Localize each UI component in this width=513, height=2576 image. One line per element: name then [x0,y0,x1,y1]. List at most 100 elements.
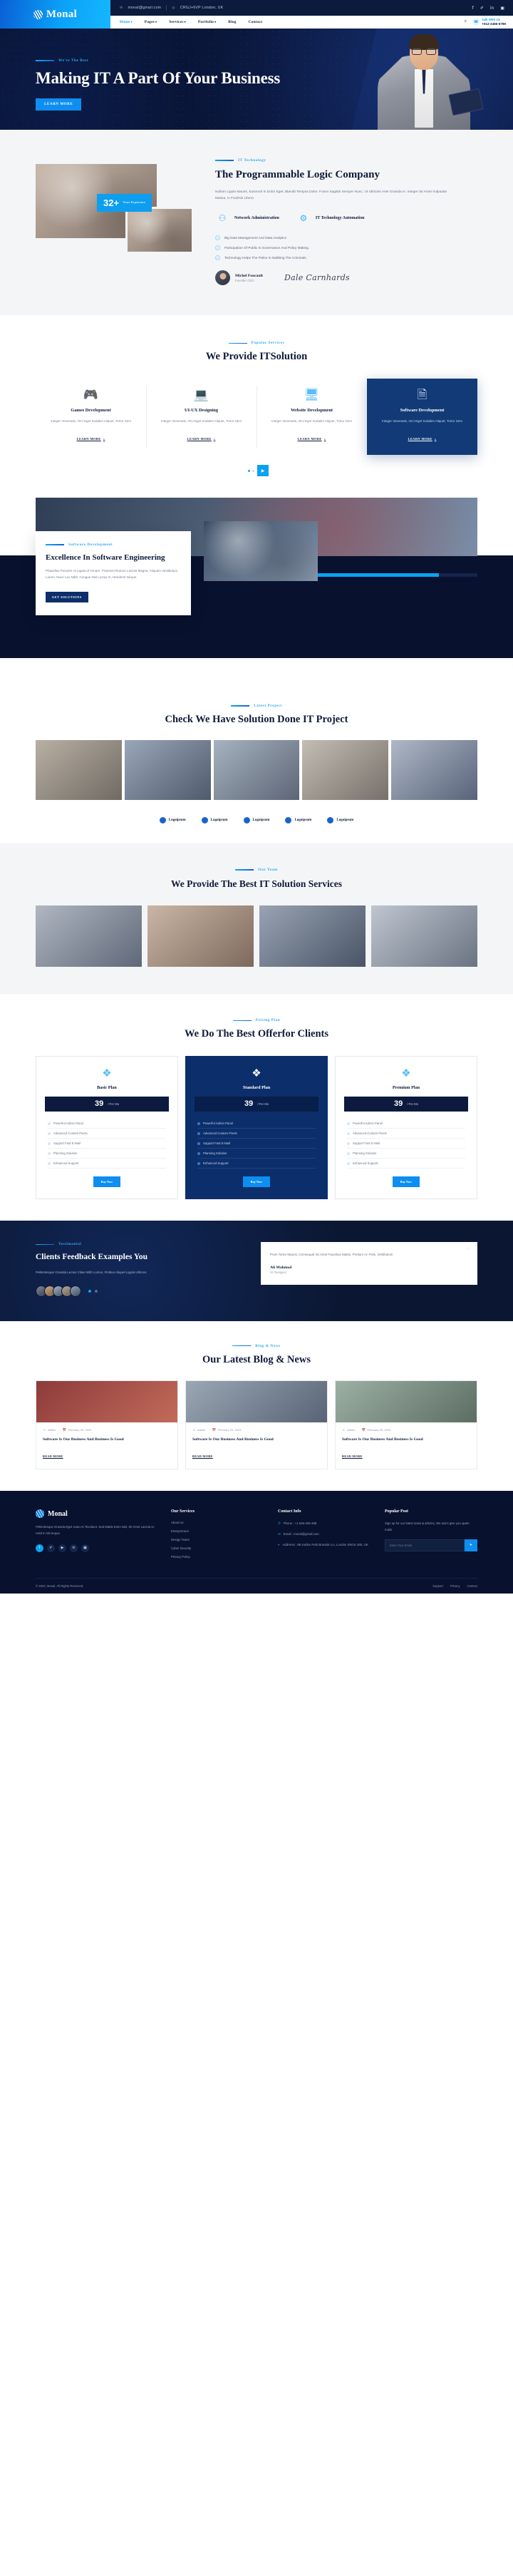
experience-label: Years Expereince [123,200,146,205]
newsletter-submit-button[interactable]: ➤ [464,1539,477,1551]
hero-learn-more-button[interactable]: LEARN MORE [36,98,82,111]
service-title: Games Development [71,408,111,414]
nav-item-contact[interactable]: Contact [249,20,263,24]
blog-card[interactable]: ☺ Admin 📅 February 20, 2023 Software Is Ou… [335,1380,477,1470]
service-card-software[interactable]: 🗎 Software Development Integer Venenatis… [367,379,477,456]
hero-eyebrow-text: We're The Best [58,58,89,63]
service-learn-more-link[interactable]: LEARN MORE» [298,437,326,441]
project-image[interactable] [36,739,122,800]
check-text: Participation Of Public In Governance An… [224,246,310,250]
service-card-games[interactable]: 🎮 Games Development Integer Venenatis, O… [36,379,146,455]
project-image[interactable] [391,739,477,800]
nav-item-portfolio[interactable]: Portfolio▾ [198,20,216,24]
blog-read-more-link[interactable]: READ MORE [342,1454,363,1458]
divider [166,5,167,11]
call-us-block[interactable]: ☎ Talk With Us +012-3456-6789 [472,18,506,26]
eyebrow-line [231,705,250,707]
nav-item-home[interactable]: Home▾ [120,20,133,24]
nav-item-blog[interactable]: Blog [228,20,236,24]
topbar-social-links: f ✐ in ▣ [472,6,504,11]
service-card-website[interactable]: 🖥 Website Development Integer Venenatis,… [256,379,367,455]
plan-feature: Powerful Admin Panel [53,1122,84,1126]
get-solutions-button[interactable]: GET SOLUTIONS [46,591,88,602]
newsletter-email-input[interactable] [385,1539,465,1551]
brand-label: Logoipsum [336,818,354,822]
pricing-eyebrow: Pricing Plan [36,1018,477,1022]
project-image[interactable] [213,739,300,800]
project-image[interactable] [302,739,389,800]
list-item: Advanced Custom Pixels [48,1129,166,1139]
nav-label: Portfolio [197,20,214,24]
carousel-dots[interactable] [248,469,254,472]
blog-meta: ☺ Admin 📅 February 20, 2023 [342,1428,470,1432]
footer-links-list: About Us Entrepreneur Design Teaes Cyber… [171,1521,264,1559]
phone-icon: ✆ [278,1522,281,1526]
list-item[interactable]: Design Teaes [171,1538,264,1541]
ceo-role: Founder CEO [235,278,254,282]
footer-link-support[interactable]: Support [432,1584,443,1588]
eyebrow-line [228,342,247,344]
carousel-next-button[interactable]: ▶ [257,465,269,477]
list-item[interactable]: Privacy Policy [171,1555,264,1559]
linkedin-icon[interactable]: in [70,1544,78,1552]
team-member-image[interactable] [371,905,477,968]
plan-name: Premium Plan [392,1085,420,1091]
blog-read-more-link[interactable]: READ MORE [192,1454,213,1458]
list-item[interactable]: Cyber Security [171,1546,264,1550]
plan-feature: Support Fast E-Mail [203,1141,230,1146]
newsletter-form: ➤ [385,1539,477,1551]
avatar[interactable] [70,1285,81,1297]
blog-card[interactable]: ☺ Admin 📅 February 20, 2023 Software Is Ou… [185,1380,328,1470]
instagram-icon[interactable]: ▣ [500,6,504,11]
testimonial-carousel-dots[interactable] [88,1289,98,1293]
check-text: Big Data Management And Data Analytics [224,236,287,240]
plan-buy-button[interactable]: Buy Now [242,1176,271,1188]
instagram-icon[interactable]: ▣ [81,1544,89,1552]
topbar-email[interactable]: monal@gmail.com [128,6,161,10]
list-item: Support Fast E-Mail [197,1139,316,1149]
team-member-image[interactable] [147,905,254,968]
service-learn-more-link[interactable]: LEARN MORE» [408,437,437,441]
project-gallery [36,739,477,800]
code-file-icon: 🗎 [417,388,428,402]
youtube-icon[interactable]: ▶ [58,1544,66,1552]
facebook-icon[interactable]: f [36,1544,43,1552]
blog-card[interactable]: ☺ Admin 📅 February 20, 2023 Software Is Ou… [36,1380,178,1470]
list-item[interactable]: Entrepreneur [171,1529,264,1533]
twitter-icon[interactable]: ✐ [47,1544,55,1552]
about-title: The Programmable Logic Company [215,169,380,180]
brand-logo[interactable]: Monal [0,0,110,29]
plan-buy-button[interactable]: Buy Now [93,1176,121,1188]
team-member-image[interactable] [259,905,366,968]
service-card-uiux[interactable]: 💻 UI-UX Designing Integer Venenatis, Orc… [146,379,256,455]
about-feature-label: IT Technology Automation [315,215,365,220]
logo-mark-icon [243,816,250,823]
project-image[interactable] [124,739,211,800]
linkedin-icon[interactable]: in [490,6,494,11]
footer-newsletter-column: Popular Post Sign up for our latest news… [385,1509,477,1564]
list-item: ✉ Email : monal@gmail.com [278,1531,370,1537]
footer-logo[interactable]: Monal [36,1509,157,1519]
about-section: 32+ Years Expereince IT Technology The P… [0,130,513,316]
blog-read-more-link[interactable]: READ MORE [43,1454,63,1458]
footer-link-contact[interactable]: Contact [467,1584,477,1588]
list-item: Planning Solution [347,1149,465,1159]
plan-buy-button[interactable]: Buy Now [392,1176,420,1188]
service-learn-more-link[interactable]: LEARN MORE» [77,437,105,441]
testimonial-eyebrow-text: Testimonial [58,1242,82,1247]
list-item[interactable]: About Us [171,1521,264,1524]
nav-item-services[interactable]: Services▾ [169,20,186,24]
footer-link-privacy[interactable]: Privacy [450,1584,460,1588]
service-learn-more-link[interactable]: LEARN MORE» [187,437,216,441]
pricing-eyebrow-text: Pricing Plan [255,1018,281,1023]
search-icon[interactable]: ⌕ [465,19,467,24]
facebook-icon[interactable]: f [472,6,474,11]
about-eyebrow: IT Technology [215,158,457,163]
list-item: Enhanced Support [197,1159,316,1169]
team-member-image[interactable] [36,905,142,968]
eyebrow-line [36,1243,54,1246]
blog-meta: ☺ Admin 📅 February 20, 2023 [192,1428,321,1432]
nav-item-pages[interactable]: Pages▾ [145,20,157,24]
twitter-icon[interactable]: ✐ [480,6,484,11]
plan-feature: Advanced Custom Pixels [53,1132,88,1136]
